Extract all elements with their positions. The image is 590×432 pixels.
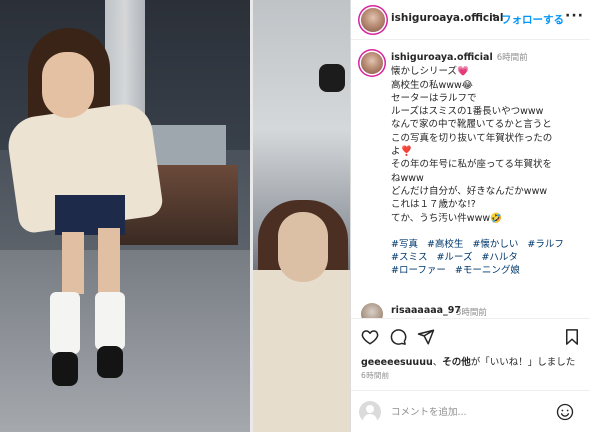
hashtag-link[interactable]: #懐かしい xyxy=(472,238,518,251)
caption-avatar[interactable] xyxy=(361,52,383,74)
photo-right-print xyxy=(253,0,350,432)
photo-floor xyxy=(0,250,250,432)
post-photo[interactable] xyxy=(0,0,350,432)
caption-line: これは１７歳かな!? xyxy=(391,199,476,211)
caption-line: 高校生の私www😂 xyxy=(391,79,473,91)
caption-line: この写真を切り抜いて年賀状作ったの xyxy=(391,132,553,144)
caption-username[interactable]: ishiguroaya.official xyxy=(391,52,493,63)
current-user-avatar xyxy=(359,401,381,423)
follow-button[interactable]: フォローする xyxy=(501,12,564,27)
hashtag-link[interactable]: #高校生 xyxy=(427,238,463,251)
likes-suffix: が「いいね！」しました xyxy=(470,357,576,368)
separator-dot: • xyxy=(491,11,497,22)
reply-avatar[interactable] xyxy=(361,303,383,318)
more-horizontal-icon[interactable]: ··· xyxy=(565,8,584,24)
caption-line: 懐かしシリーズ💗 xyxy=(391,66,469,78)
hashtag-link[interactable]: #ラルフ xyxy=(527,238,563,251)
post-side-panel: ishiguroaya.official • フォローする ··· ishigu… xyxy=(350,0,590,432)
likes-connector: 、 xyxy=(432,357,443,368)
comment-input[interactable] xyxy=(391,403,541,421)
photo-loose-sock-left xyxy=(50,292,80,354)
photo-right-shoe xyxy=(319,64,345,92)
caption-line: どんだけ自分が、好きなんだかwww xyxy=(391,185,548,197)
caption-line: てか、うち汚い件www🤣 xyxy=(391,212,502,224)
photo-left-print xyxy=(0,0,250,432)
caption-line: よ❣️ xyxy=(391,146,413,158)
photo-leg-right xyxy=(98,228,120,294)
hashtag-link[interactable]: #ハルタ xyxy=(481,251,517,264)
photo-right-body xyxy=(253,270,350,432)
comments-area[interactable]: ishiguroaya.official 6時間前 懐かしシリーズ💗 高校生の私w… xyxy=(351,40,590,318)
caption-line: その年の年号に私が座ってる年賀状を xyxy=(391,159,553,171)
post-username[interactable]: ishiguroaya.official xyxy=(391,12,503,24)
bookmark-icon[interactable] xyxy=(563,328,581,346)
action-bar: geeeeesuuuu、その他が「いいね！」しました 6時間前 xyxy=(351,318,590,398)
photo-right-face xyxy=(278,212,328,282)
photo-leg-left xyxy=(62,232,84,294)
hashtag-link[interactable]: #ローファー xyxy=(391,264,446,277)
smiley-icon[interactable] xyxy=(556,403,574,421)
post-header: ishiguroaya.official • フォローする ··· xyxy=(351,0,590,40)
hashtag-list: #写真 #高校生 #懐かしい #ラルフ #スミス #ルーズ #ハルタ #ローファ… xyxy=(391,238,576,278)
hashtag-link[interactable]: #モーニング娘 xyxy=(455,264,520,277)
heart-icon[interactable] xyxy=(361,328,379,346)
reply-username[interactable]: risaaaaaa_97 xyxy=(391,305,461,316)
add-comment-bar xyxy=(351,390,590,432)
photo-loafer-left xyxy=(52,352,78,386)
hashtag-link[interactable]: #写真 xyxy=(391,238,418,251)
hashtag-link[interactable]: #スミス xyxy=(391,251,427,264)
photo-loafer-right xyxy=(97,346,123,378)
likes-summary: geeeeesuuuu、その他が「いいね！」しました xyxy=(361,354,575,368)
caption-line: ねwww xyxy=(391,172,424,184)
post-timestamp[interactable]: 6時間前 xyxy=(361,370,389,381)
send-icon[interactable] xyxy=(417,328,435,346)
photo-face xyxy=(42,52,94,118)
caption-line: セーターはラルフで xyxy=(391,92,477,104)
hashtag-link[interactable]: #ルーズ xyxy=(436,251,472,264)
caption-line: なんで家の中で靴履いてるかと言うと xyxy=(391,119,552,131)
caption-time: 6時間前 xyxy=(496,53,528,63)
caption: ishiguroaya.official 6時間前 懐かしシリーズ💗 高校生の私w… xyxy=(391,51,583,278)
reply-time: 3時間前 xyxy=(456,308,487,318)
photo-loose-sock-right xyxy=(95,292,125,350)
comment-icon[interactable] xyxy=(389,328,407,346)
likes-user[interactable]: geeeeesuuuu xyxy=(361,357,433,368)
likes-others-link[interactable]: その他 xyxy=(442,357,471,368)
avatar[interactable] xyxy=(361,8,385,32)
caption-line: ルーズはスミスの1番長いやつwww xyxy=(391,106,544,118)
